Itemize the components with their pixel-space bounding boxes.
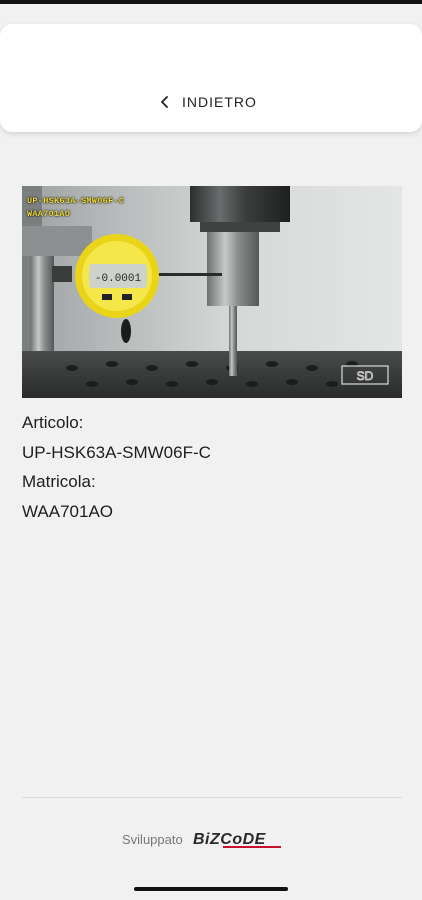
serial-value: WAA701AO [22,501,114,521]
product-details: Articolo: UP-HSK63A-SMW06F-C Matricola: … [22,408,402,526]
back-button[interactable]: INDIETRO [160,90,257,114]
image-overlay-article: UP-HSK63A-SMW06F-C [27,196,125,206]
article-label: Articolo: [22,413,84,432]
chevron-left-icon [161,96,168,108]
probe-photo: -0.0001 SD [22,186,402,398]
footer-divider [22,797,402,798]
article-value: UP-HSK63A-SMW06F-C [22,442,211,462]
footer: Sviluppato BiZCoDE [122,826,283,852]
gauge-reading: -0.0001 [95,273,142,285]
serial-label: Matricola: [22,472,96,491]
image-overlay-serial: WAA701AO [27,209,71,219]
home-indicator[interactable] [134,887,288,891]
back-button-label: INDIETRO [182,94,257,110]
status-bar [0,0,422,4]
product-image: -0.0001 SD UP-HSK63A-SMW06F-C WAA701AO [22,186,402,398]
developed-by-label: Sviluppato [122,831,183,847]
svg-text:BiZCoDE: BiZCoDE [193,831,267,848]
svg-text:SD: SD [357,369,374,383]
bizcode-logo[interactable]: BiZCoDE [193,827,283,851]
header-bar: INDIETRO [0,24,422,132]
